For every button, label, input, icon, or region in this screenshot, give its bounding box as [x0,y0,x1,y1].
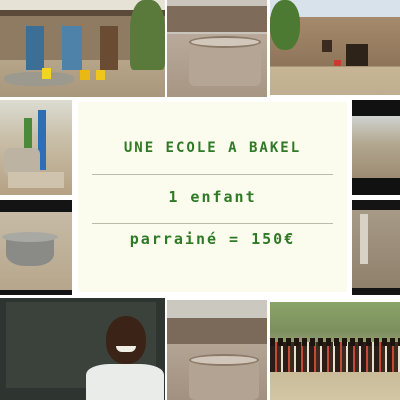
divider-top [92,174,333,175]
photo-doorway-thumbnail [352,200,400,295]
photo-school-exterior [270,0,400,95]
photo-water-pump-structure [0,100,72,195]
divider-bottom [92,223,333,224]
photo-landscape-thumbnail [352,100,400,195]
photo-well-closeup [167,300,267,400]
photo-cooking-pot [0,200,72,295]
photo-group-of-children [270,302,400,400]
photo-smiling-boy-blackboard [0,298,165,400]
card-title: UNE ECOLE A BAKEL [123,140,302,156]
card-line-child: 1 enfant [168,188,257,206]
card-line-price: parrainé = 150€ [129,230,296,248]
sponsorship-card: UNE ECOLE A BAKEL 1 enfant parrainé = 15… [76,100,349,294]
photo-school-building-blue-doors [0,0,165,97]
photo-concrete-well [167,0,267,97]
